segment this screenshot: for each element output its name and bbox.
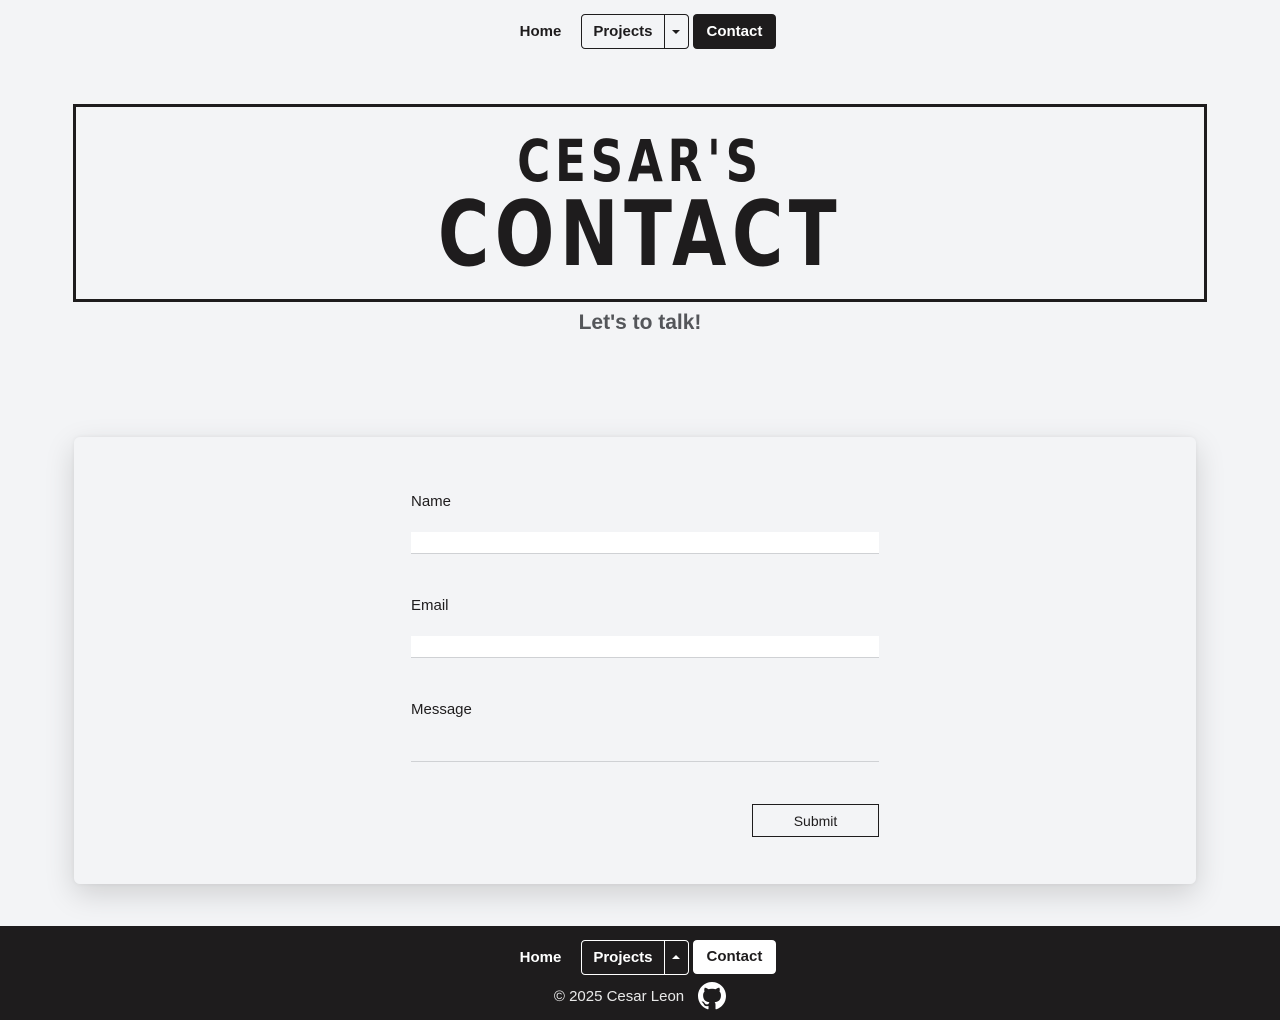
footer-contact-button[interactable]: Contact [692,940,777,974]
footer-projects-button[interactable]: Projects [582,941,663,974]
contact-form-card: Name Email Message Submit [74,437,1196,884]
footer-home-link[interactable]: Home [504,940,578,975]
footer-projects-split-button: Projects [581,939,689,975]
github-icon[interactable] [698,982,727,1010]
name-label: Name [411,493,452,510]
name-field: Name [411,493,879,554]
copyright-text: © 2025 Cesar Leon [553,987,685,1005]
footer-projects-dropdown-toggle[interactable] [663,940,688,974]
caret-down-icon [672,29,681,34]
message-label: Message [411,701,472,718]
projects-dropdown-toggle[interactable] [663,15,688,48]
caret-up-icon [672,955,681,959]
email-field: Email [411,597,879,658]
email-label: Email [411,597,449,614]
name-input[interactable] [411,532,879,554]
nav-contact-button[interactable]: Contact [692,14,777,49]
footer-copyright-row: © 2025 Cesar Leon [0,982,1280,1010]
message-textarea[interactable] [411,732,879,762]
projects-button[interactable]: Projects [582,15,663,48]
submit-button[interactable]: Submit [752,804,879,837]
hero-subtitle: Let's to talk! [578,311,702,334]
top-nav: Home Projects Contact [0,14,1280,49]
footer-nav: Home Projects Contact [0,939,1280,975]
hero-banner: CESAR'S CONTACT [73,104,1207,302]
nav-home-link[interactable]: Home [504,14,578,49]
message-field: Message [411,701,879,762]
footer: Home Projects Contact © 2025 Cesar Leon [0,926,1280,1020]
email-input[interactable] [411,636,879,658]
hero-title-line2: CONTACT [437,182,843,287]
projects-split-button: Projects [581,14,689,49]
